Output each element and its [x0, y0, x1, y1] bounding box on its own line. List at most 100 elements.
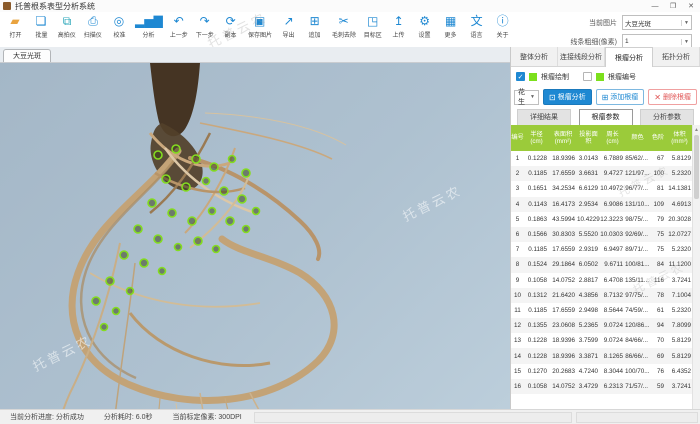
- toolbar-button-label: 设置: [419, 29, 431, 38]
- toolbar-button-7[interactable]: ↶上一步: [166, 12, 192, 39]
- table-cell: 0.1143: [524, 197, 549, 212]
- table-row[interactable]: 90.105814.07522.88176.4708135/11...1163.…: [511, 273, 692, 288]
- toolbar-button-2[interactable]: ❏批量: [28, 12, 54, 39]
- toolbar-button-15[interactable]: ↥上传: [386, 12, 412, 39]
- nodule-draw-checkbox[interactable]: ✓: [516, 72, 525, 81]
- result-view-tab[interactable]: 根瘤参数: [579, 109, 633, 126]
- analysis-tab[interactable]: 根瘤分析: [605, 47, 653, 67]
- toolbar-button-4[interactable]: ⎙扫描仪: [80, 12, 106, 39]
- species-select[interactable]: 花生 ▼: [514, 90, 539, 105]
- table-cell: 2.9534: [577, 197, 600, 212]
- table-row[interactable]: 100.131221.64204.38568.713297/75/...787.…: [511, 288, 692, 303]
- table-row[interactable]: 60.156630.83035.552010.030392/69/...7512…: [511, 227, 692, 242]
- table-row[interactable]: 150.127020.26834.72408.3044100/70...766.…: [511, 364, 692, 379]
- table-cell: 14.0752: [549, 273, 577, 288]
- table-row[interactable]: 130.122818.93963.75999.072484/66/...705.…: [511, 333, 692, 348]
- table-row[interactable]: 20.118517.65593.66319.4727121/97...1005.…: [511, 166, 692, 181]
- table-scrollbar[interactable]: ▲: [692, 125, 700, 410]
- delete-nodule-button[interactable]: ✕ 删除根瘤: [648, 89, 697, 105]
- table-cell: 0.1270: [524, 364, 549, 379]
- nodule-number-checkbox[interactable]: [583, 72, 592, 81]
- toolbar-button-19[interactable]: ⓘ关于: [490, 12, 516, 39]
- maximize-button[interactable]: ❐: [664, 0, 682, 12]
- table-header-cell: 表面积 (mm²): [549, 125, 577, 151]
- table-cell: 12: [511, 318, 524, 333]
- toolbar-button-label: 分析: [143, 29, 155, 38]
- chevron-down-icon: ▼: [681, 20, 689, 26]
- nodule-analyze-button[interactable]: ⊡ 根瘤分析: [543, 89, 592, 105]
- table-cell: 9.6711: [600, 257, 625, 272]
- toolbar-button-16[interactable]: ⚙设置: [412, 12, 438, 39]
- current-image-select[interactable]: 大豆光斑 ▼: [622, 15, 692, 30]
- minimize-button[interactable]: —: [646, 0, 664, 12]
- toolbar-button-6[interactable]: ▂▅▇分析: [132, 12, 166, 39]
- table-cell: 3: [511, 181, 524, 196]
- scanner-icon: ⎙: [88, 14, 98, 28]
- toolbar-button-3[interactable]: ⧉高拍仪: [54, 12, 80, 39]
- table-row[interactable]: 50.186343.599410.422912.322398/75/...792…: [511, 212, 692, 227]
- table-cell: 1: [511, 151, 524, 166]
- table-cell: 70: [650, 333, 666, 348]
- nodule-draw-color-swatch[interactable]: [529, 73, 537, 81]
- table-cell: 43.5994: [549, 212, 577, 227]
- table-cell: 9: [511, 273, 524, 288]
- toolbar-button-14[interactable]: ◳目标区: [360, 12, 386, 39]
- table-cell: 16: [511, 379, 524, 394]
- analysis-tab[interactable]: 拓扑分析: [653, 47, 700, 66]
- table-cell: 2.9498: [577, 303, 600, 318]
- table-row[interactable]: 40.114316.41732.95346.9086131/10...1094.…: [511, 197, 692, 212]
- table-row[interactable]: 70.118517.65592.93196.949789/71/...755.2…: [511, 242, 692, 257]
- table-cell: 10.4972: [600, 181, 625, 196]
- root-image-canvas[interactable]: 托普云农 托普云农: [0, 63, 510, 410]
- nodule-number-color-swatch[interactable]: [596, 73, 604, 81]
- status-progress: 当前分析进度: 分析成功: [0, 412, 94, 422]
- table-row[interactable]: 110.118517.65592.94988.564474/59/...615.…: [511, 303, 692, 318]
- table-row[interactable]: 140.122818.93963.38718.126586/66/...695.…: [511, 348, 692, 363]
- toolbar-button-13[interactable]: ✂毛刺去除: [328, 12, 360, 39]
- table-cell: 0.1524: [524, 257, 549, 272]
- image-tab[interactable]: 大豆光斑: [3, 49, 51, 62]
- toolbar-button-label: 校准: [113, 29, 125, 38]
- add-nodule-button[interactable]: ⊞ 添加根瘤: [596, 89, 645, 105]
- table-cell: 6.4708: [600, 273, 625, 288]
- table-header-cell: 颜色: [625, 125, 650, 151]
- table-row[interactable]: 30.165134.25346.612910.497296/77/...8114…: [511, 181, 692, 196]
- toolbar-button-12[interactable]: ⊞追加: [302, 12, 328, 39]
- table-cell: 5.2320: [666, 303, 692, 318]
- toolbar-button-17[interactable]: ▦更多: [438, 12, 464, 39]
- nodule-number-label: 根瘤编号: [608, 72, 636, 82]
- toolbar-button-11[interactable]: ↗导出: [276, 12, 302, 39]
- table-cell: 76: [650, 364, 666, 379]
- result-view-tab[interactable]: 分析参数: [640, 109, 694, 126]
- table-row[interactable]: 80.152429.18646.05029.6711100/81...8411.…: [511, 257, 692, 272]
- window-title: 托普根系表型分析系统: [15, 1, 95, 12]
- toolbar-right-controls: 当前图片 大豆光斑 ▼ 线条粗细(像素) 1 ▼: [555, 12, 700, 49]
- toolbar-button-1[interactable]: ▰打开: [2, 12, 28, 39]
- toolbar-button-10[interactable]: ▣保存图片: [244, 12, 276, 39]
- toolbar-button-18[interactable]: 文语言: [464, 12, 490, 39]
- table-cell: 21.6420: [549, 288, 577, 303]
- analysis-tab[interactable]: 连接线段分析: [558, 47, 605, 66]
- scroll-up-icon[interactable]: ▲: [693, 125, 700, 134]
- table-cell: 0.1185: [524, 166, 549, 181]
- table-cell: 8: [511, 257, 524, 272]
- toolbar-button-9[interactable]: ⟳副本: [218, 12, 244, 39]
- close-button[interactable]: ✕: [682, 0, 700, 12]
- table-cell: 100: [650, 166, 666, 181]
- toolbar-button-5[interactable]: ◎校准: [106, 12, 132, 39]
- table-cell: 29.1864: [549, 257, 577, 272]
- table-cell: 3.7241: [666, 273, 692, 288]
- table-row[interactable]: 10.122818.93963.01436.788985/62/...675.8…: [511, 151, 692, 166]
- table-cell: 0.1355: [524, 318, 549, 333]
- table-row[interactable]: 160.105814.07523.47296.231371/57/...593.…: [511, 379, 692, 394]
- analysis-tab[interactable]: 整体分析: [511, 47, 558, 66]
- table-cell: 78: [650, 288, 666, 303]
- result-view-tab[interactable]: 详细结果: [517, 109, 571, 126]
- table-row[interactable]: 120.135523.06085.23659.0724120/86...947.…: [511, 318, 692, 333]
- scrollbar-thumb[interactable]: [694, 135, 699, 199]
- toolbar-button-8[interactable]: ↷下一步: [192, 12, 218, 39]
- status-spacer-panel: [254, 412, 572, 423]
- table-cell: 0.1058: [524, 273, 549, 288]
- table-cell: 0.1228: [524, 348, 549, 363]
- table-cell: 131/10...: [625, 197, 650, 212]
